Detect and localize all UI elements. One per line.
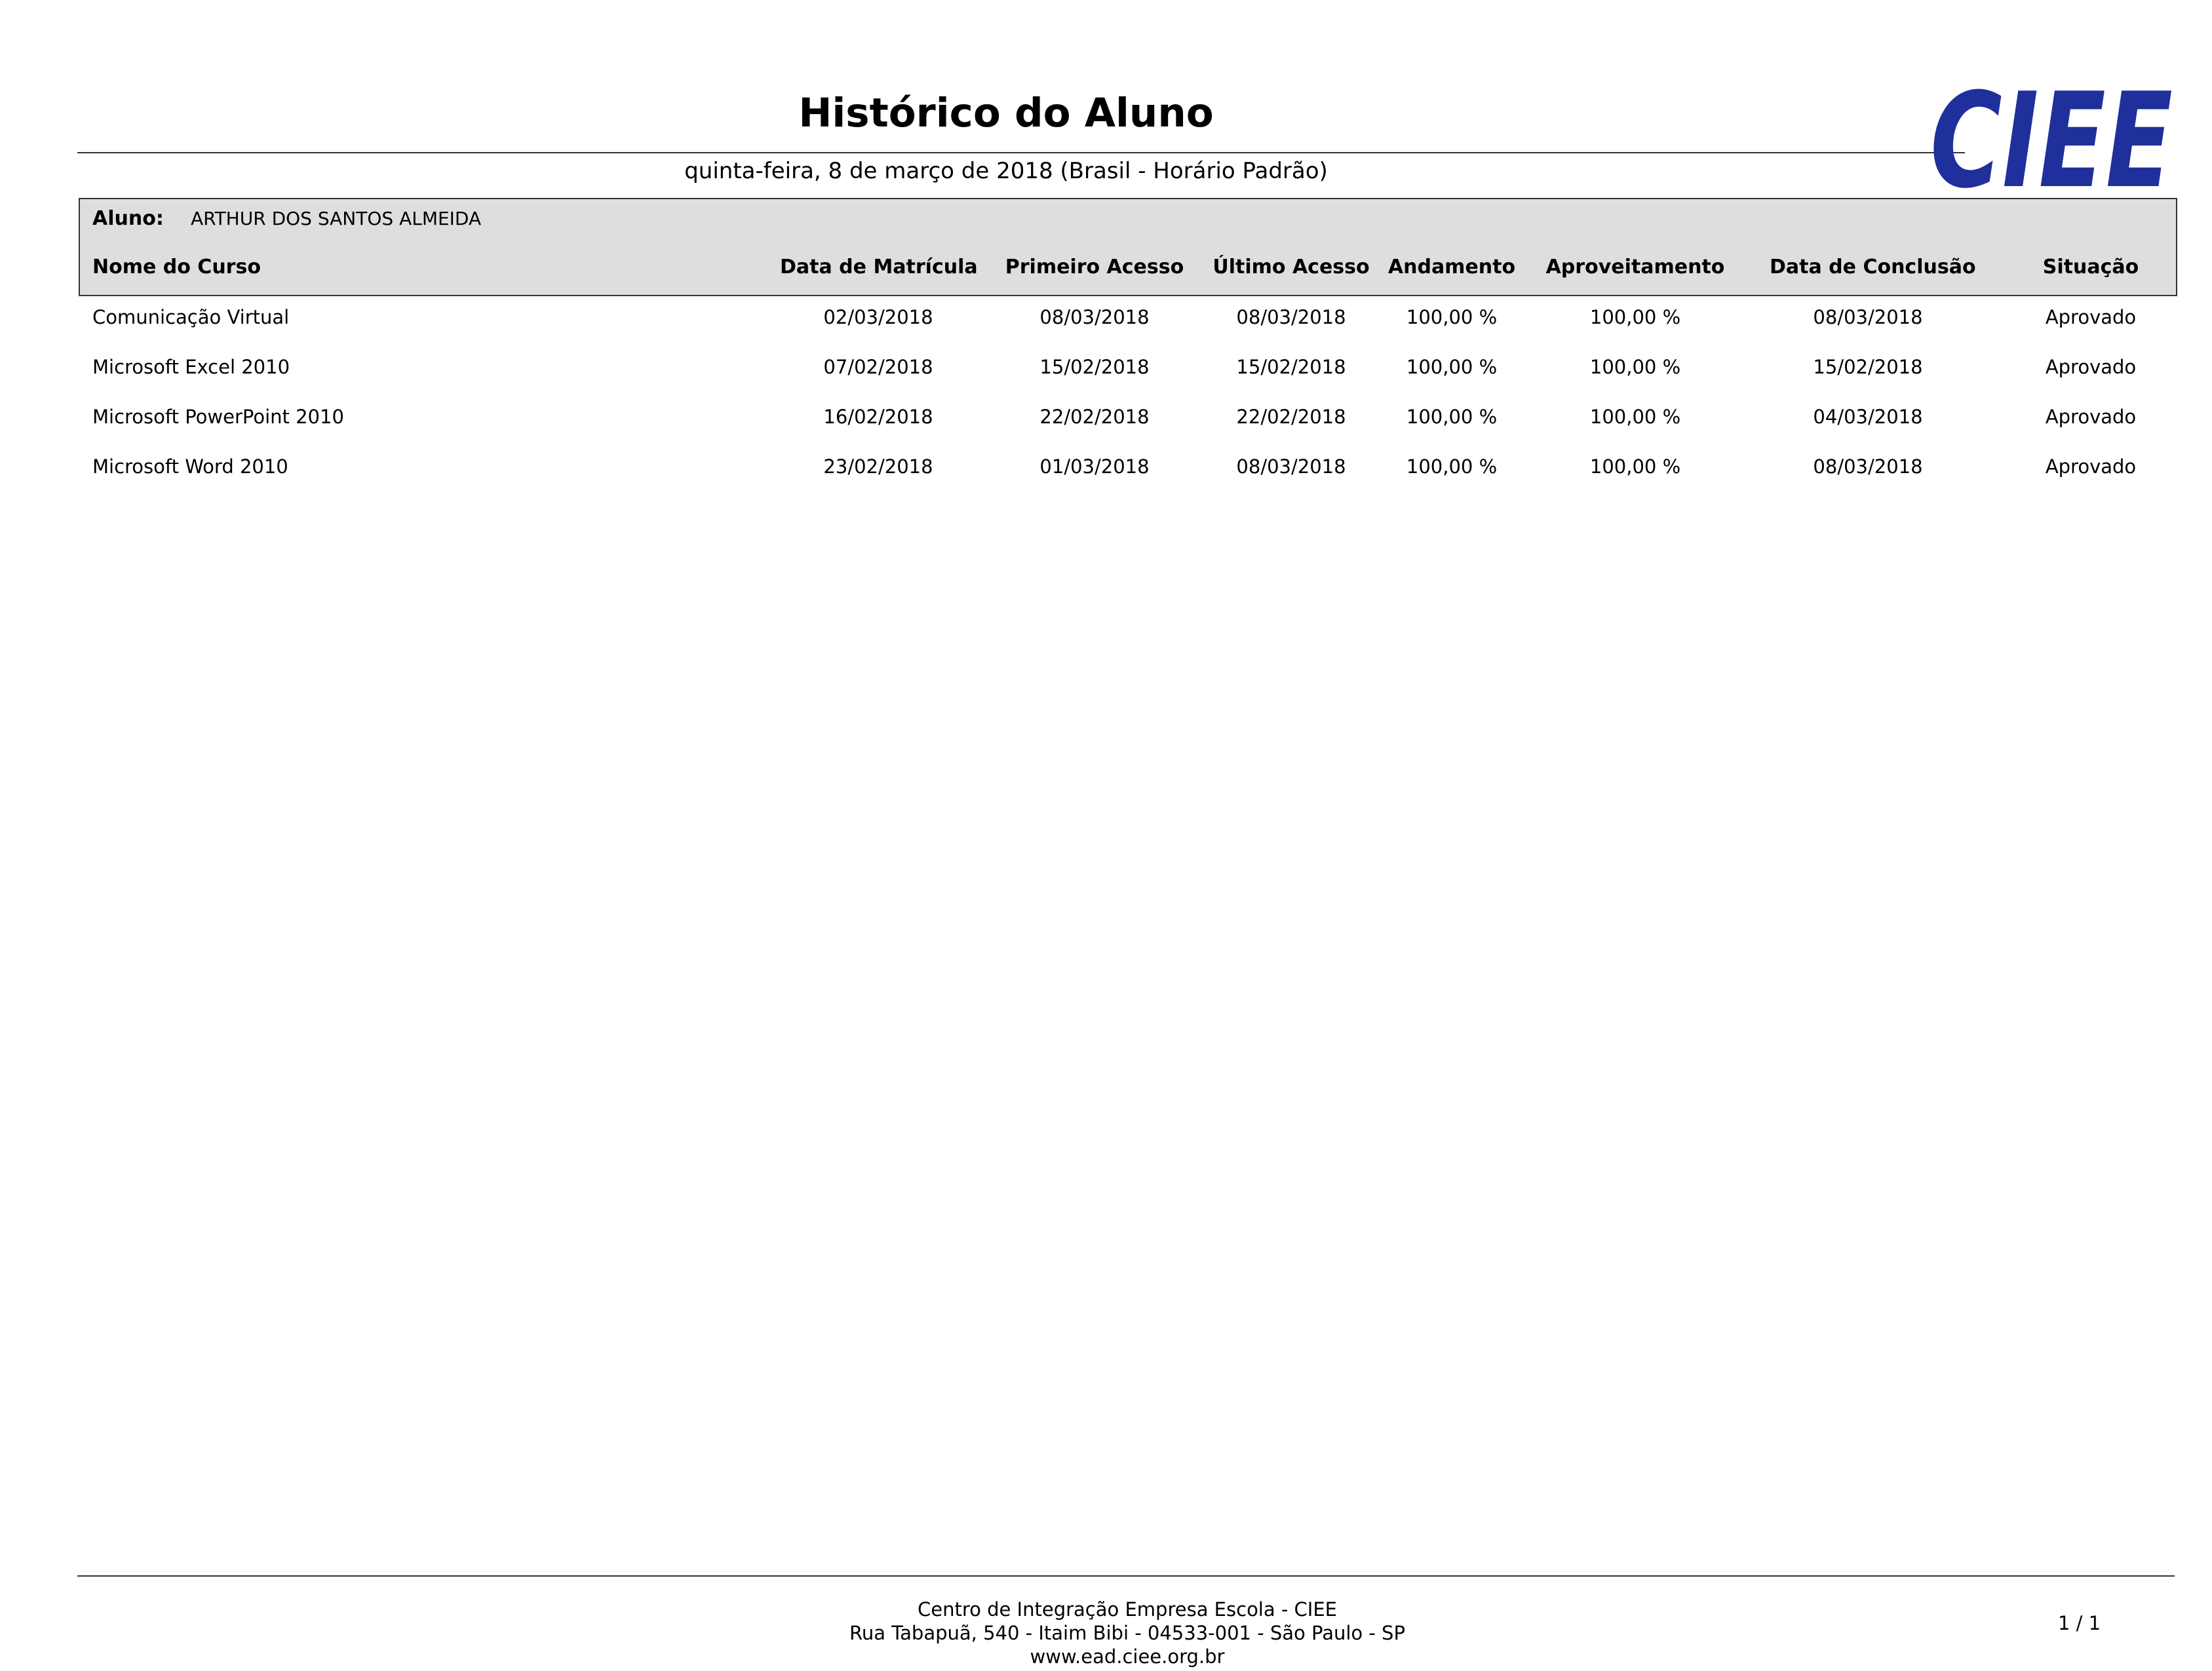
progress-value: 100,00 % (1406, 455, 1498, 478)
course-name: Microsoft PowerPoint 2010 (92, 406, 344, 428)
course-name: Microsoft Word 2010 (92, 455, 288, 478)
column-header-progress: Andamento (1387, 256, 1516, 278)
page-number: 1 / 1 (2058, 1612, 2101, 1634)
ciee-logo: CIEE (1927, 65, 2176, 218)
column-header-completion: Data de Conclusão (1770, 256, 1976, 278)
enrollment-date: 07/02/2018 (823, 356, 933, 378)
score-value: 100,00 % (1589, 406, 1681, 428)
student-label: Aluno: (92, 207, 164, 230)
column-header-status: Situação (2042, 256, 2139, 278)
first-access-date: 22/02/2018 (1039, 406, 1150, 428)
last-access-date: 08/03/2018 (1236, 455, 1346, 478)
footer-address: Rua Tabapuã, 540 - Itaim Bibi - 04533-00… (849, 1622, 1405, 1644)
enrollment-date: 23/02/2018 (823, 455, 933, 478)
column-header-enrollment: Data de Matrícula (780, 256, 978, 278)
table-row: Microsoft PowerPoint 2010 16/02/2018 22/… (0, 404, 2212, 453)
footer-divider (77, 1575, 2175, 1577)
ciee-logo-mark: CIEE (1930, 65, 2173, 218)
enrollment-date: 16/02/2018 (823, 406, 933, 428)
table-row: Microsoft Excel 2010 07/02/2018 15/02/20… (0, 354, 2212, 404)
last-access-date: 15/02/2018 (1236, 356, 1346, 378)
table-row: Comunicação Virtual 02/03/2018 08/03/201… (0, 304, 2212, 354)
status-value: Aprovado (2045, 306, 2137, 328)
course-name: Microsoft Excel 2010 (92, 356, 290, 378)
first-access-date: 08/03/2018 (1039, 306, 1150, 328)
column-header-course: Nome do Curso (92, 256, 261, 278)
column-header-score: Aproveitamento (1545, 256, 1725, 278)
score-value: 100,00 % (1589, 455, 1681, 478)
enrollment-date: 02/03/2018 (823, 306, 933, 328)
last-access-date: 08/03/2018 (1236, 306, 1346, 328)
table-row: Microsoft Word 2010 23/02/2018 01/03/201… (0, 453, 2212, 503)
status-value: Aprovado (2045, 356, 2137, 378)
completion-date: 04/03/2018 (1813, 406, 1923, 428)
last-access-date: 22/02/2018 (1236, 406, 1346, 428)
column-header-last-access: Último Acesso (1213, 256, 1370, 278)
score-value: 100,00 % (1589, 306, 1681, 328)
column-header-first-access: Primeiro Acesso (1005, 256, 1184, 278)
first-access-date: 01/03/2018 (1039, 455, 1150, 478)
progress-value: 100,00 % (1406, 406, 1498, 428)
page-title: Histórico do Aluno (798, 90, 1214, 136)
svg-text:CIEE: CIEE (1930, 73, 2173, 198)
report-date: quinta-feira, 8 de março de 2018 (Brasil… (684, 158, 1328, 184)
progress-value: 100,00 % (1406, 306, 1498, 328)
status-value: Aprovado (2045, 455, 2137, 478)
student-name: ARTHUR DOS SANTOS ALMEIDA (191, 208, 482, 229)
first-access-date: 15/02/2018 (1039, 356, 1150, 378)
footer-organization: Centro de Integração Empresa Escola - CI… (918, 1598, 1337, 1621)
completion-date: 08/03/2018 (1813, 455, 1923, 478)
course-name: Comunicação Virtual (92, 306, 290, 328)
completion-date: 08/03/2018 (1813, 306, 1923, 328)
progress-value: 100,00 % (1406, 356, 1498, 378)
header-divider (77, 152, 1965, 153)
completion-date: 15/02/2018 (1813, 356, 1923, 378)
status-value: Aprovado (2045, 406, 2137, 428)
score-value: 100,00 % (1589, 356, 1681, 378)
footer-website: www.ead.ciee.org.br (1030, 1645, 1225, 1668)
